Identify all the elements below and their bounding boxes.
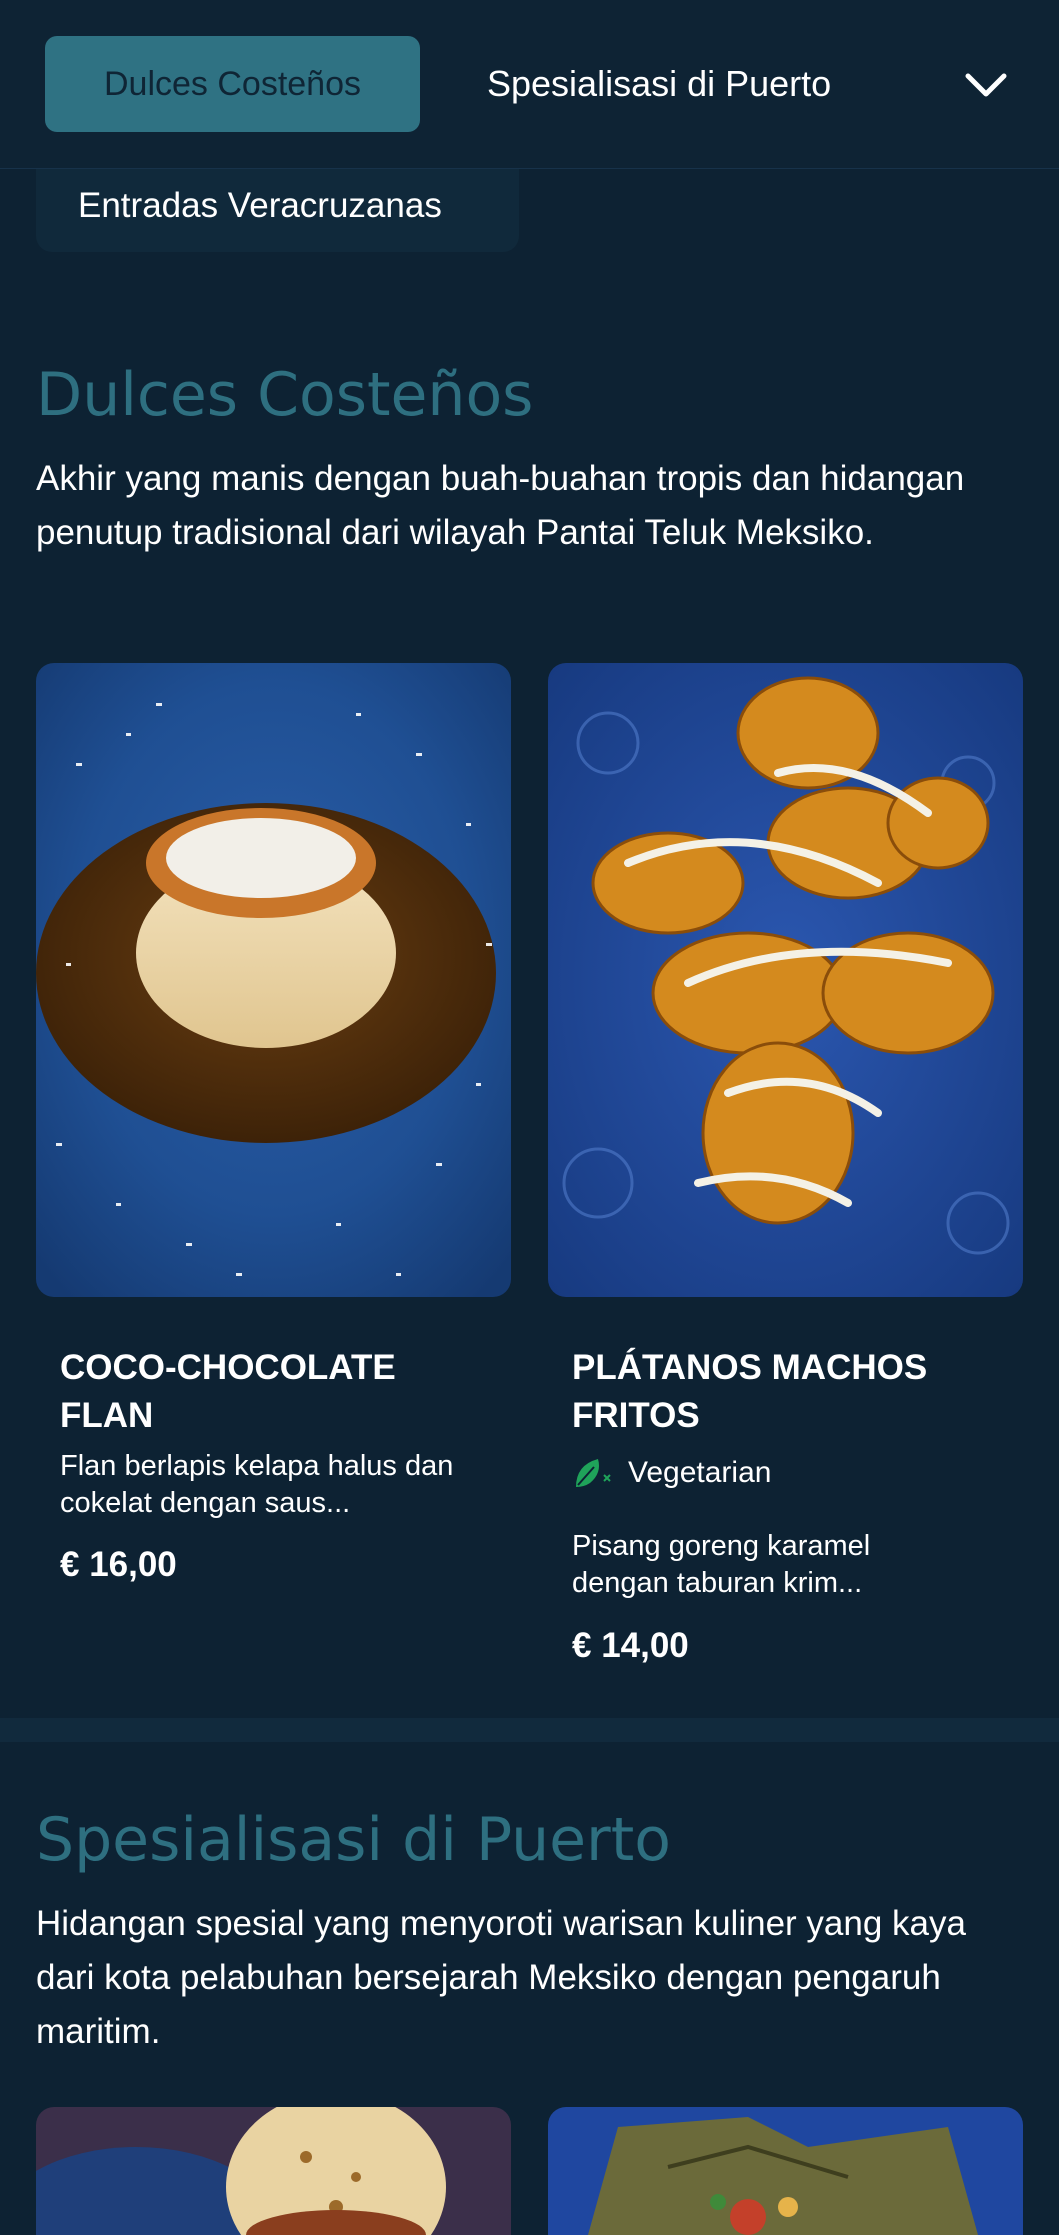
flan-image[interactable]: [36, 663, 511, 1297]
vegetarian-leaf-icon: [576, 1459, 611, 1487]
item-name[interactable]: PLÁTANOS MACHOS FRITOS: [572, 1344, 972, 1440]
item-description: Pisang goreng karamel dengan taburan kri…: [572, 1530, 871, 1599]
section-description: Hidangan spesial yang menyoroti warisan …: [36, 1904, 966, 2051]
section-title: Spesialisasi di Puerto: [36, 1805, 671, 1875]
platanos-image[interactable]: [548, 663, 1023, 1297]
tab-dulces-costenos[interactable]: Dulces Costeños: [45, 36, 420, 132]
tab-entradas-veracruzanas[interactable]: Entradas Veracruzanas: [36, 160, 519, 252]
item-price: € 14,00: [572, 1626, 689, 1665]
tortilla-dish-image[interactable]: [36, 2107, 511, 2235]
item-description: Flan berlapis kelapa halus dan cokelat d…: [60, 1450, 454, 1519]
vegetarian-tag: Vegetarian: [572, 1455, 771, 1491]
section-description: Akhir yang manis dengan buah-buahan trop…: [36, 459, 965, 552]
category-nav: Dulces Costeños Spesialisasi di Puerto: [0, 0, 1059, 169]
item-name[interactable]: COCO-CHOCOLATE FLAN: [60, 1344, 460, 1440]
item-price: € 16,00: [60, 1545, 177, 1584]
tab-spesialisasi-di-puerto[interactable]: Spesialisasi di Puerto: [487, 36, 831, 132]
section-title: Dulces Costeños: [36, 360, 534, 430]
vegetarian-label: Vegetarian: [628, 1456, 772, 1489]
chevron-down-icon[interactable]: [958, 56, 1014, 112]
section-divider: [0, 1718, 1059, 1742]
leaf-wrapped-dish-image[interactable]: [548, 2107, 1023, 2235]
